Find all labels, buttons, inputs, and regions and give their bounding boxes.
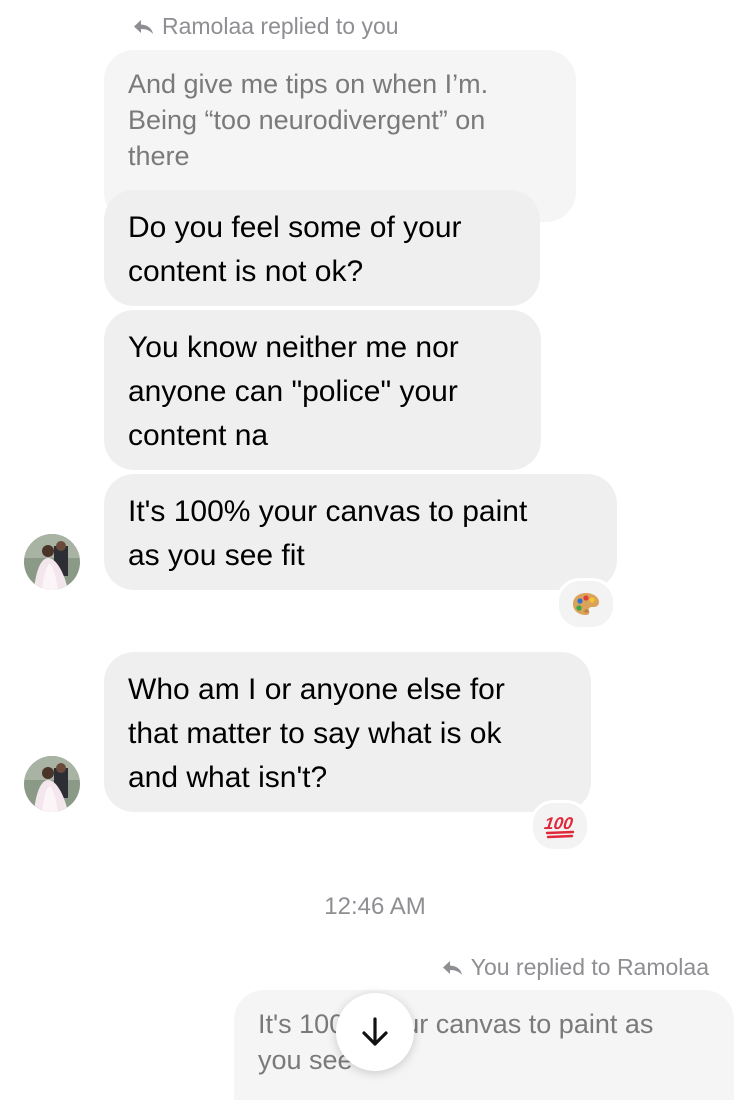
quoted-line: there: [128, 141, 190, 171]
outgoing-reply-label: You replied to Ramolaa: [441, 954, 709, 981]
quoted-line: you see fit: [258, 1045, 382, 1075]
message-line: You know neither me nor: [128, 331, 459, 364]
reaction-badge[interactable]: 100: [530, 800, 590, 852]
incoming-reply-label: Ramolaa replied to you: [132, 13, 399, 40]
message-bubble[interactable]: It's 100% your canvas to paint as you se…: [104, 474, 617, 590]
avatar-photo-icon: [24, 756, 80, 812]
quoted-line: Being “too neurodivergent” on: [128, 105, 486, 135]
scroll-to-bottom-button[interactable]: [336, 993, 414, 1071]
incoming-reply-text: Ramolaa replied to you: [162, 13, 399, 39]
message-line: and what isn't?: [128, 761, 328, 794]
avatar[interactable]: [24, 756, 80, 812]
message-line: that matter to say what is ok: [128, 717, 502, 750]
message-bubble[interactable]: Who am I or anyone else for that matter …: [104, 652, 591, 812]
message-line: as you see fit: [128, 539, 305, 572]
reaction-badge[interactable]: [556, 578, 616, 630]
avatar-photo-icon: [24, 534, 80, 590]
avatar[interactable]: [24, 534, 80, 590]
hundred-points-emoji-icon: 100: [543, 814, 575, 839]
arrow-down-icon: [362, 1017, 388, 1046]
message-bubble[interactable]: You know neither me nor anyone can "poli…: [104, 310, 541, 470]
palette-emoji-icon: [573, 593, 599, 615]
message-line: content na: [128, 419, 269, 452]
message-line: Who am I or anyone else for: [128, 673, 505, 706]
message-line: Do you feel some of your: [128, 211, 462, 244]
outgoing-reply-text: You replied to Ramolaa: [470, 954, 709, 980]
reply-arrow-icon: [442, 960, 462, 975]
quoted-line: It's 100% your canvas to paint as: [258, 1009, 654, 1039]
message-line: It's 100% your canvas to paint: [128, 495, 528, 528]
message-bubble[interactable]: Do you feel some of your content is not …: [104, 190, 540, 306]
timestamp: 12:46 AM: [324, 893, 426, 920]
quoted-line: And give me tips on when I’m.: [128, 69, 489, 99]
message-line: content is not ok?: [128, 255, 364, 288]
message-line: anyone can "police" your: [128, 375, 458, 408]
svg-text:100: 100: [543, 814, 575, 833]
reply-arrow-icon: [134, 19, 153, 34]
